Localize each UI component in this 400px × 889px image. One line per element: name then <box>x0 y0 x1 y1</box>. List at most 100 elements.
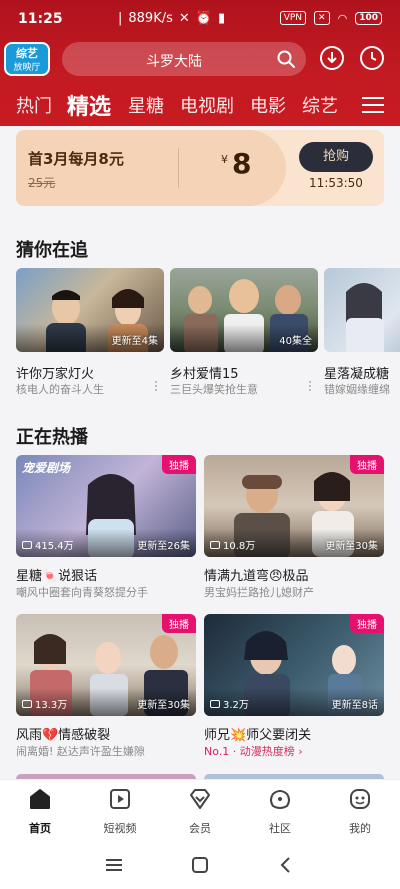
poster-thumbnail[interactable] <box>324 268 400 352</box>
mute-icon: ✕ <box>178 11 190 26</box>
card-subtitle: 男宝妈拦路抢儿媳财产 <box>204 586 314 599</box>
nav-short-video[interactable]: 短视频 <box>90 786 150 836</box>
card-subtitle: 三巨头爆笑抢生意 <box>170 383 258 396</box>
hot-card[interactable]: 宠爱剧场 独播 415.4万 更新至26集 星糖🍬说狠话 嘲风中圈套向青葵怒提分… <box>16 455 196 603</box>
card-title: 星糖🍬说狠话 <box>16 569 98 584</box>
episode-badge: 更新至30集 <box>137 700 190 711</box>
back-icon[interactable] <box>276 855 296 875</box>
search-bar[interactable]: 斗罗大陆 <box>62 42 306 76</box>
vip-promo-banner[interactable]: 首3月每月8元 25元 ¥ 8 抢购 11:53:50 <box>16 130 384 206</box>
more-options-icon[interactable] <box>154 381 158 395</box>
nav-community[interactable]: 社区 <box>250 786 310 836</box>
search-input[interactable]: 斗罗大陆 <box>62 51 286 71</box>
separator: | <box>118 11 123 26</box>
app-header: 11:25 | 889K/s ✕ ⏰ ▮ VPN ✕ ◠ 100 综艺 放映厅 … <box>0 0 400 126</box>
tab-xingtang[interactable]: 星糖 <box>128 92 164 118</box>
tab-hot[interactable]: 热门 <box>16 92 52 118</box>
exclusive-tag: 独播 <box>162 455 196 474</box>
poster-thumbnail[interactable]: 独播 3.2万 更新至8话 <box>204 614 384 716</box>
hot-card[interactable]: 独播 13.3万 更新至30集 风雨💔情感破裂 闹离婚! 赵达声许盈生嫌隙 <box>16 614 196 762</box>
play-count-icon <box>210 540 220 549</box>
view-count: 415.4万 <box>22 537 74 552</box>
hot-card[interactable]: 独播 3.2万 更新至8话 师兄💥师父要闭关 No.1 · 动漫热度榜 › <box>204 614 384 762</box>
community-icon <box>270 790 290 809</box>
bottom-navigation: 首页 短视频 会员 社区 我的 <box>0 779 400 841</box>
play-count-icon <box>22 540 32 549</box>
card-title: 许你万家灯火 <box>16 367 95 382</box>
hot-card[interactable]: 独播 10.8万 更新至30集 情满九道弯😠极品 男宝妈拦路抢儿媳财产 <box>204 455 384 603</box>
episode-badge: 更新至26集 <box>137 541 190 552</box>
play-count-icon <box>22 699 32 708</box>
network-speed: 889K/s <box>128 11 173 26</box>
category-tabs: 热门 精选 星糖 电视剧 电影 综艺 <box>0 86 400 122</box>
nav-vip[interactable]: 会员 <box>170 786 230 836</box>
guess-card[interactable]: 40集全 乡村爱情15 三巨头爆笑抢生意 <box>170 268 318 398</box>
menu-icon[interactable] <box>362 96 384 114</box>
episode-badge: 更新至30集 <box>325 541 378 552</box>
view-count: 3.2万 <box>210 696 249 711</box>
countdown-timer: 11:53:50 <box>309 176 363 190</box>
variety-logo[interactable]: 综艺 放映厅 <box>4 42 50 76</box>
card-title: 情满九道弯😠极品 <box>204 569 309 584</box>
exclusive-tag: 独播 <box>162 614 196 633</box>
tab-featured[interactable]: 精选 <box>67 89 111 121</box>
status-time: 11:25 <box>18 11 63 27</box>
play-count-icon <box>210 699 220 708</box>
view-count: 10.8万 <box>210 537 255 552</box>
recent-apps-icon[interactable] <box>104 855 124 875</box>
card-title: 风雨💔情感破裂 <box>16 728 111 743</box>
card-title: 星落凝成糖 <box>324 367 390 382</box>
exclusive-tag: 独播 <box>350 455 384 474</box>
sim-icon: ✕ <box>314 11 330 25</box>
promo-title: 首3月每月8元 <box>28 150 124 168</box>
poster-thumbnail[interactable]: 独播 10.8万 更新至30集 <box>204 455 384 557</box>
episode-badge: 更新至8话 <box>331 700 378 711</box>
nav-home[interactable]: 首页 <box>10 786 70 836</box>
card-title: 师兄💥师父要闭关 <box>204 728 312 743</box>
view-count: 13.3万 <box>22 696 67 711</box>
vpn-indicator: VPN <box>279 11 307 25</box>
episode-badge: 40集全 <box>279 336 312 347</box>
home-button-icon[interactable] <box>190 855 210 875</box>
home-icon <box>30 789 50 809</box>
more-options-icon[interactable] <box>308 381 312 395</box>
card-subtitle: 闹离婚! 赵达声许盈生嫌隙 <box>16 745 145 758</box>
poster-thumbnail[interactable]: 独播 13.3万 更新至30集 <box>16 614 196 716</box>
poster-thumbnail[interactable]: 更新至4集 <box>16 268 164 352</box>
series-logo: 宠爱剧场 <box>22 461 71 475</box>
tab-tv-series[interactable]: 电视剧 <box>180 92 234 118</box>
profile-icon <box>350 789 370 809</box>
section-title-hot: 正在热播 <box>16 427 88 448</box>
promo-price: 8 <box>232 147 252 180</box>
tab-variety[interactable]: 综艺 <box>302 92 338 118</box>
poster-thumbnail[interactable]: 40集全 <box>170 268 318 352</box>
download-icon[interactable] <box>318 44 346 72</box>
exclusive-tag: 独播 <box>350 614 384 633</box>
wifi-icon: ◠ <box>337 11 348 25</box>
card-subtitle: 嘲风中圈套向青葵怒提分手 <box>16 586 148 599</box>
short-video-icon <box>110 789 130 809</box>
episode-badge: 更新至4集 <box>111 336 158 347</box>
divider <box>178 148 179 188</box>
card-title: 乡村爱情15 <box>170 367 239 382</box>
guess-card[interactable]: 星落凝成糖 错嫁姻缘缠绵 <box>324 268 400 398</box>
search-icon[interactable] <box>276 49 296 69</box>
poster-thumbnail[interactable]: 宠爱剧场 独播 415.4万 更新至26集 <box>16 455 196 557</box>
alarm-icon: ⏰ <box>195 11 212 26</box>
section-title-guess: 猜你在追 <box>16 240 88 261</box>
battery-indicator: 100 <box>355 11 382 25</box>
nav-profile[interactable]: 我的 <box>330 786 390 836</box>
system-navigation <box>0 841 400 889</box>
vip-diamond-icon <box>190 789 210 809</box>
tab-movies[interactable]: 电影 <box>250 92 286 118</box>
guess-card[interactable]: 更新至4集 许你万家灯火 核电人的奋斗人生 <box>16 268 164 398</box>
card-subtitle: 核电人的奋斗人生 <box>16 383 104 396</box>
status-bar: 11:25 | 889K/s ✕ ⏰ ▮ VPN ✕ ◠ 100 <box>0 0 400 40</box>
card-subtitle: 错嫁姻缘缠绵 <box>324 383 390 396</box>
currency-symbol: ¥ <box>221 153 228 166</box>
buy-button[interactable]: 抢购 <box>299 142 373 172</box>
history-icon[interactable] <box>358 44 386 72</box>
promo-old-price: 25元 <box>28 176 56 190</box>
ranking-link[interactable]: No.1 · 动漫热度榜 › <box>204 743 303 759</box>
notification-icon: ▮ <box>217 11 226 26</box>
